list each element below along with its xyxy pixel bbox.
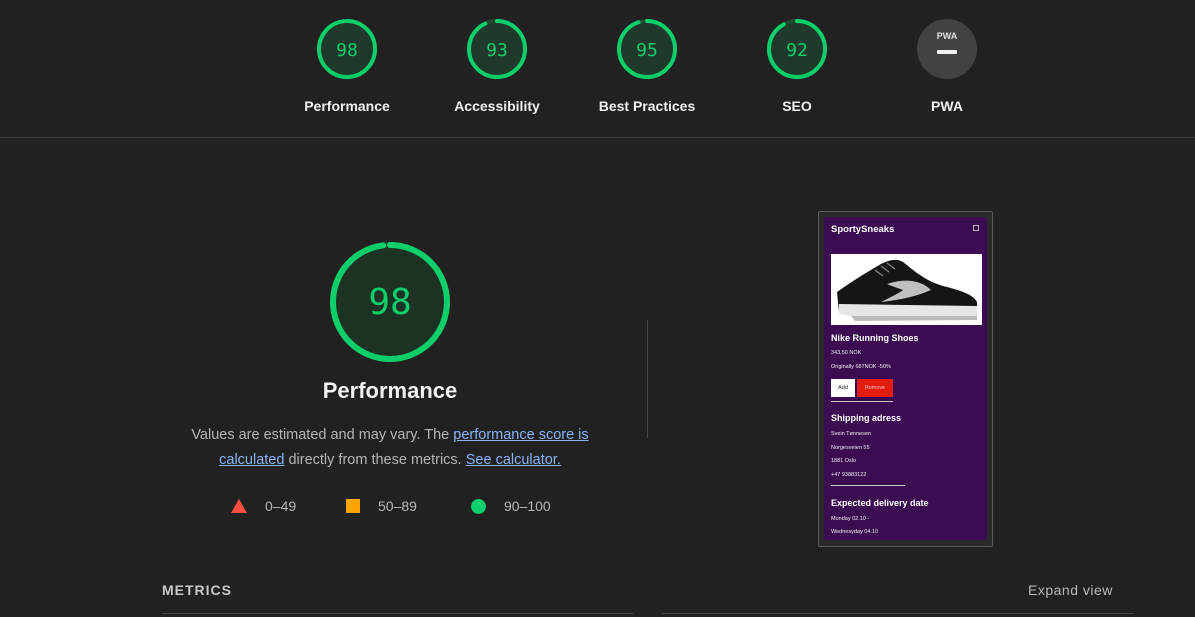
performance-score: 98: [336, 40, 358, 61]
gauge-performance[interactable]: 98 Performance: [277, 18, 417, 114]
screenshot-page: SportySneaks Nike Running Shoes 343,50 N…: [824, 217, 987, 540]
metrics-rule-left: [162, 613, 633, 614]
legend-average-range: 50–89: [378, 498, 417, 514]
best-practices-score: 95: [636, 40, 658, 61]
divider: [831, 485, 905, 486]
shipping-street: Norgesveien 55: [831, 445, 870, 451]
performance-big-score: 98: [368, 282, 411, 323]
shoe-image: [831, 254, 982, 325]
performance-gauge-ring: 98: [317, 19, 377, 79]
desc-mid: directly from these metrics.: [284, 452, 466, 468]
legend-average: 50–89: [346, 498, 417, 514]
remove-button: Remove: [857, 379, 893, 397]
menu-icon: [973, 225, 979, 231]
metrics-heading: METRICS: [162, 582, 232, 598]
product-name: Nike Running Shoes: [831, 333, 919, 343]
pwa-label: PWA: [931, 98, 963, 114]
gauge-pwa[interactable]: PWA PWA: [877, 18, 1017, 114]
performance-title: Performance: [322, 378, 458, 403]
legend-fail-range: 0–49: [265, 498, 297, 514]
product-price: 343,50 NOK: [831, 350, 862, 356]
vertical-divider: [647, 320, 648, 438]
performance-big-gauge: 98: [330, 242, 450, 362]
desc-prefix: Values are estimated and may vary. The: [191, 427, 454, 443]
performance-label: Performance: [304, 98, 390, 114]
delivery-from: Monday 02.10 -: [831, 516, 870, 522]
fail-triangle-icon: [231, 499, 247, 513]
delivery-to: Wednesyday 04.10: [831, 529, 878, 535]
shipping-phone: +47 93883122: [831, 472, 867, 478]
metrics-rule-right: [662, 613, 1133, 614]
legend-pass: 90–100: [471, 498, 551, 514]
accessibility-score: 93: [486, 40, 508, 61]
delivery-title: Expected delivery date: [831, 498, 929, 508]
accessibility-gauge-ring: 93: [467, 19, 527, 79]
product-original-price: Originally 687NOK -50%: [831, 364, 891, 370]
score-legend: 0–49 50–89 90–100: [0, 498, 1195, 518]
shipping-city: 1881 Oslo: [831, 458, 857, 464]
add-button: Add: [831, 379, 855, 397]
seo-label: SEO: [782, 98, 812, 114]
screenshot-app-title: SportySneaks: [831, 224, 895, 235]
pwa-dash-icon: PWA: [917, 19, 977, 79]
best-practices-label: Best Practices: [598, 98, 696, 114]
accessibility-label: Accessibility: [454, 98, 540, 114]
legend-pass-range: 90–100: [504, 498, 551, 514]
pass-circle-icon: [471, 498, 486, 514]
average-square-icon: [346, 499, 360, 513]
category-gauges: 98 Performance 93 Accessibility 95 Best …: [0, 0, 1195, 138]
seo-gauge-ring: 92: [767, 19, 827, 79]
see-calculator-link[interactable]: See calculator.: [466, 452, 561, 468]
running-shoe-icon: [831, 254, 982, 325]
gauge-best-practices[interactable]: 95 Best Practices: [577, 18, 717, 114]
divider: [831, 401, 893, 402]
seo-score: 92: [786, 40, 808, 61]
expand-view-toggle[interactable]: Expand view: [1028, 582, 1113, 598]
final-screenshot[interactable]: SportySneaks Nike Running Shoes 343,50 N…: [818, 211, 993, 547]
performance-summary: 98 Performance: [180, 240, 600, 404]
score-description: Values are estimated and may vary. The p…: [160, 423, 620, 473]
legend-fail: 0–49: [231, 498, 296, 514]
gauge-accessibility[interactable]: 93 Accessibility: [427, 18, 567, 114]
gauge-seo[interactable]: 92 SEO: [727, 18, 867, 114]
pwa-badge-text: PWA: [937, 31, 958, 41]
shipping-name: Svein Tønnesen: [831, 431, 871, 437]
best-practices-gauge-ring: 95: [617, 19, 677, 79]
shipping-title: Shipping adress: [831, 413, 902, 423]
